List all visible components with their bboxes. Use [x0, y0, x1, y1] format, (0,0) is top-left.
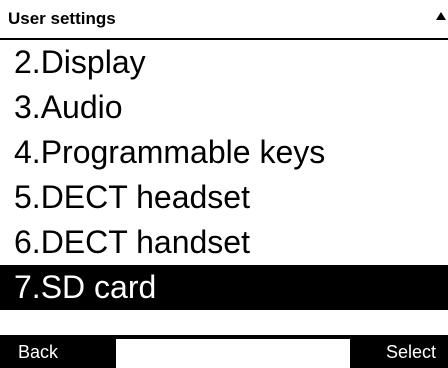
select-softkey[interactable]: Select: [386, 341, 436, 363]
screen-title: User settings: [8, 9, 116, 28]
menu-item-audio[interactable]: 3.Audio: [0, 85, 448, 130]
phone-screen: User settings 2.Display 3.Audio 4.Progra…: [0, 0, 448, 368]
settings-menu: 2.Display 3.Audio 4.Programmable keys 5.…: [0, 40, 448, 310]
menu-item-dect-handset[interactable]: 6.DECT handset: [0, 220, 448, 265]
back-softkey[interactable]: Back: [18, 341, 58, 363]
scroll-up-icon: [436, 12, 446, 20]
menu-item-programmable-keys[interactable]: 4.Programmable keys: [0, 130, 448, 175]
menu-item-display[interactable]: 2.Display: [0, 40, 448, 85]
softkey-bar: Back Select: [0, 335, 448, 368]
menu-item-dect-headset[interactable]: 5.DECT headset: [0, 175, 448, 220]
title-bar: User settings: [0, 0, 448, 40]
middle-softkey[interactable]: [116, 339, 350, 368]
menu-item-sd-card[interactable]: 7.SD card: [0, 265, 448, 310]
